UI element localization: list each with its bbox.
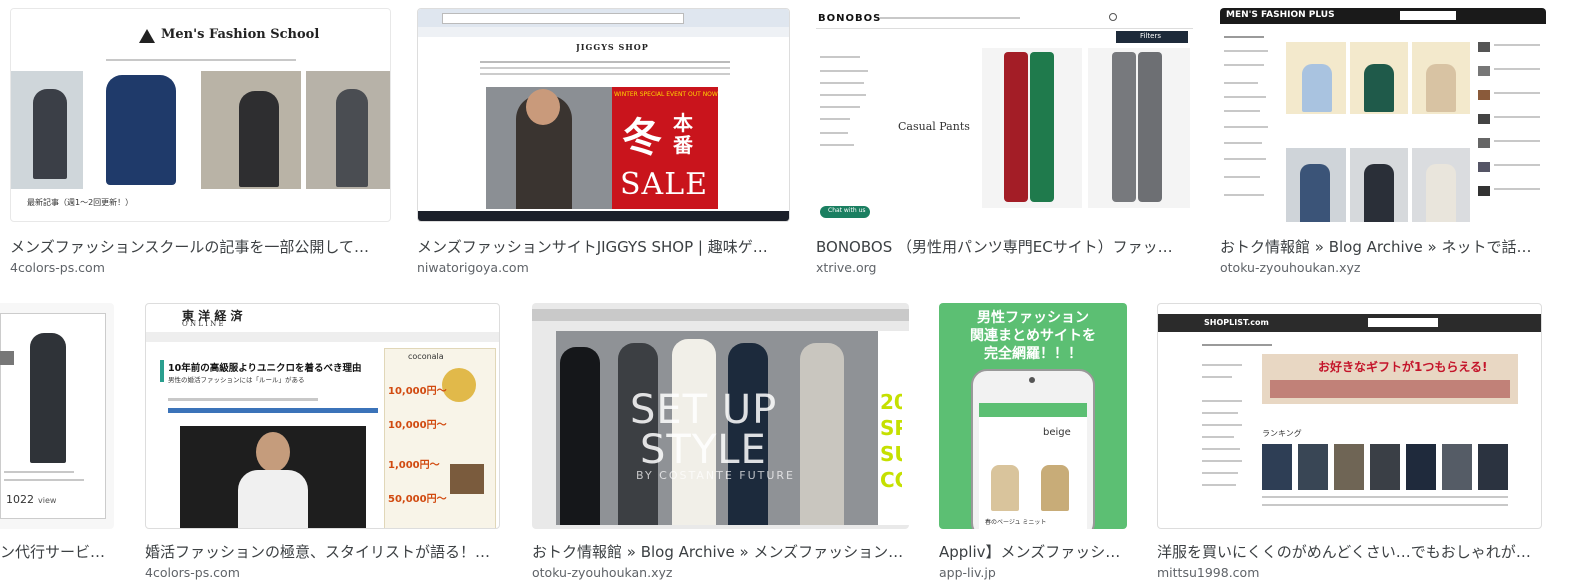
result-title[interactable]: メンズファッションスクールの記事を一部公開して… [10,236,391,257]
hero-text-brand: BY COSTANTE FUTURE [636,469,796,482]
ranking-product [1406,444,1436,490]
result-thumbnail[interactable]: 男性ファッション 関連まとめサイトを 完全網羅！！！ beige 春のベージュ … [939,303,1127,529]
arrow-icon [0,351,14,365]
side-promo: 20 SP SU CO [880,390,902,492]
result-source[interactable]: 4colors-ps.com [10,260,391,275]
banner-text: WINTER SPECIAL EVENT OUT NOW [614,91,718,98]
result-thumbnail[interactable]: SET UP STYLE BY COSTANTE FUTURE 20 SP SU… [532,303,909,529]
result-thumbnail[interactable]: Men's Fashion School 最新記事（週1〜2回更新！） [10,8,391,222]
price-label: 50,000円〜 [388,494,447,505]
model-photo [239,91,279,187]
banner-line-3: 完全網羅！！！ [984,346,1082,362]
product-color: beige [1043,427,1071,438]
result-source[interactable]: otoku-zyouhoukan.xyz [532,565,909,580]
result-title[interactable]: 洋服を買いにくくのがめんどくさい…でもおしゃれがし… [1157,541,1542,562]
result-thumbnail[interactable]: JIGGYS SHOP WINTER SPECIAL EVENT OUT NOW… [417,8,790,222]
result-title[interactable]: おトク情報館 » Blog Archive » ネットで話題… [1220,236,1546,257]
result-card-5[interactable]: 1022 view ン代行サービ… [0,303,114,582]
filters-button: Filters [1140,32,1161,40]
result-card-3[interactable]: BONOBOS Filters Casual Pants Chat with u… [816,8,1193,280]
result-source[interactable]: mittsu1998.com [1157,565,1542,580]
ranking-product [1478,444,1508,490]
price-label: 10,000円〜 [388,386,447,397]
site-logo: BONOBOS [818,13,882,24]
jacket-photo [991,465,1019,511]
site-title: JIGGYS SHOP [576,42,649,52]
result-source[interactable]: 4colors-ps.com [145,565,500,580]
ranking-product [1370,444,1400,490]
result-title[interactable]: おトク情報館 » Blog Archive » メンズファッション… [532,541,909,562]
section-title: ランキング [1262,429,1302,438]
view-unit: view [38,496,57,505]
banner-line-2: 関連まとめサイトを [970,328,1096,344]
result-thumbnail[interactable]: MEN'S FASHION PLUS [1220,8,1546,222]
ranking-product [1298,444,1328,490]
site-nav [532,309,909,321]
site-title: Men's Fashion School [161,27,320,42]
result-title[interactable]: 婚活ファッションの極意、スタイリストが語る！… [145,541,500,562]
banner-line-1: 男性ファッション [977,310,1089,326]
site-logo: SHOPLIST.com [1204,318,1269,327]
result-card-6[interactable]: 東 洋 経 済 O N L I N E 10年前の高級服よりユニクロを着るべき理… [145,303,500,582]
side-brand: coconala [408,352,444,361]
article-headline: 10年前の高級服よりユニクロを着るべき理由 [168,363,362,374]
site-logo-sub: O N L I N E [182,320,224,328]
result-card-2[interactable]: JIGGYS SHOP WINTER SPECIAL EVENT OUT NOW… [417,8,790,280]
promo-banner-text: お好きなギフトが1つもらえる! [1318,360,1488,374]
thumb-footer-text: 最新記事（週1〜2回更新！） [27,198,134,207]
result-source[interactable]: niwatorigoya.com [417,260,790,275]
result-card-9[interactable]: SHOPLIST.com お好きなギフトが1つもらえる! ランキング 洋服を買い… [1157,303,1542,582]
model-photo [30,333,66,463]
hero-text-style: STYLE [640,427,767,473]
result-card-4[interactable]: MEN'S FASHION PLUS おトク情報館 » Blog Archive… [1220,8,1546,280]
price-label: 10,000円〜 [388,420,447,431]
result-title[interactable]: Appliv】メンズファッシ… [939,541,1127,562]
result-source[interactable]: xtrive.org [816,260,1193,275]
site-title: MEN'S FASHION PLUS [1226,10,1335,20]
chat-button-label: Chat with us [828,207,866,214]
result-thumbnail[interactable]: BONOBOS Filters Casual Pants Chat with u… [816,8,1193,222]
result-thumbnail[interactable]: 東 洋 経 済 O N L I N E 10年前の高級服よりユニクロを着るべき理… [145,303,500,529]
nav-bar [146,332,499,342]
result-title[interactable]: BONOBOS （男性用パンツ専門ECサイト）ファッ… [816,236,1193,257]
result-card-7[interactable]: SET UP STYLE BY COSTANTE FUTURE 20 SP SU… [532,303,909,582]
kanji-fuyu: 冬 [622,115,662,161]
coin-icon [442,368,476,402]
view-count: 1022 [6,493,34,506]
cardigan-photo [106,75,176,185]
ranking-product [1334,444,1364,490]
windows-taskbar [418,211,789,221]
model-photo [336,89,368,187]
article-subhead: 男性の婚活ファッションには「ルール」がある [168,376,305,384]
price-label: 1,000円〜 [388,460,440,471]
product-caption: 春のベージュ ミニット [985,519,1047,526]
result-thumbnail[interactable]: SHOPLIST.com お好きなギフトが1つもらえる! ランキング [1157,303,1542,529]
phone-speaker [1029,377,1035,383]
sale-text: SALE [620,167,709,202]
ranking-product [1442,444,1472,490]
model-photo [33,89,67,179]
result-source[interactable]: otoku-zyouhoukan.xyz [1220,260,1546,275]
result-thumbnail[interactable]: 1022 view [0,303,114,529]
result-title[interactable]: ン代行サービ… [0,541,114,562]
result-card-8[interactable]: 男性ファッション 関連まとめサイトを 完全網羅！！！ beige 春のベージュ … [939,303,1127,582]
result-title[interactable]: メンズファッションサイトJIGGYS SHOP | 趣味ゲ… [417,236,790,257]
jacket-photo [1041,465,1069,511]
result-card-1[interactable]: Men's Fashion School 最新記事（週1〜2回更新！） メンズフ… [10,8,391,280]
kanji-ban: 番 [673,133,693,157]
search-icon [1109,13,1117,21]
ranking-product [1262,444,1292,490]
result-source[interactable]: app-liv.jp [939,565,1127,580]
category-heading: Casual Pants [898,120,970,133]
